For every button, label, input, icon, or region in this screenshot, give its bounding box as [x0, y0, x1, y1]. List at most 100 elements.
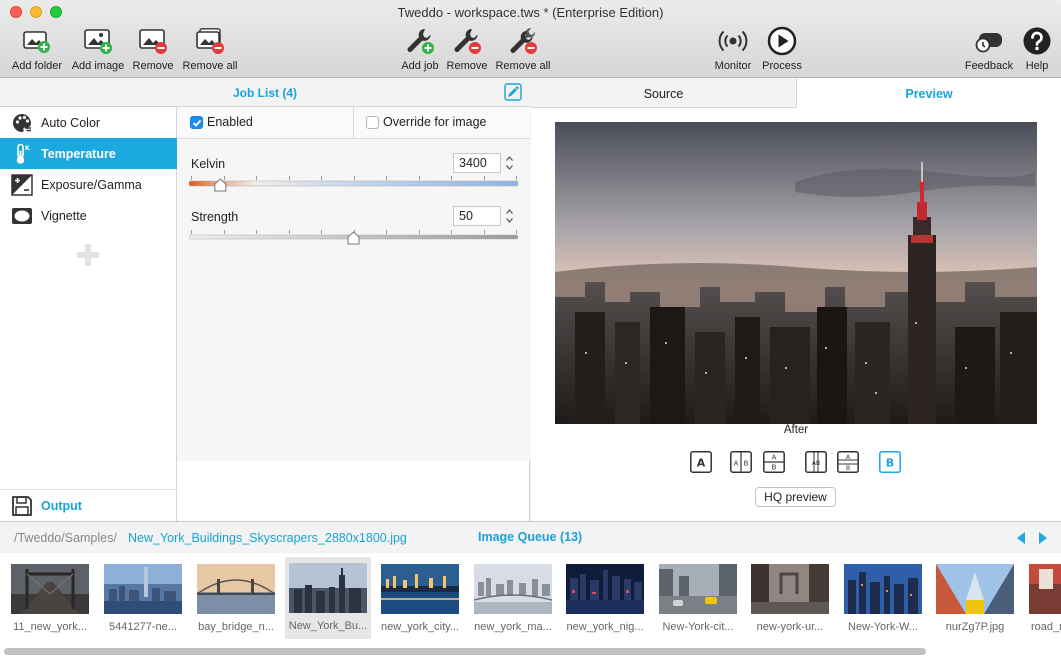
after-label: After	[783, 424, 809, 436]
queue-next-arrow-icon[interactable]	[1038, 532, 1048, 544]
preview-tabs: Source Preview	[531, 79, 1061, 108]
play-icon	[766, 26, 798, 56]
job-settings: Enabled Override for image Kelvin 3400 S…	[177, 107, 530, 461]
queue-item[interactable]: 5441277-ne...	[100, 558, 186, 638]
override-label: Override for image	[383, 115, 487, 129]
palette-icon	[11, 112, 33, 134]
output-button[interactable]: Output	[0, 489, 177, 521]
add-job-button[interactable]: Add job	[398, 26, 442, 72]
wrenches-remove-icon	[507, 26, 539, 56]
save-disk-icon	[11, 495, 33, 517]
queue-item[interactable]: New-York-W...	[840, 558, 926, 638]
split-horizontal-button[interactable]: AB	[763, 451, 785, 473]
remove-image-button[interactable]: Remove	[131, 26, 175, 72]
kelvin-slider[interactable]	[189, 176, 519, 194]
image-queue-bar: /Tweddo/Samples/ New_York_Buildings_Skys…	[0, 521, 1061, 553]
hq-preview-button[interactable]: HQ preview	[755, 487, 836, 507]
add-image-button[interactable]: Add image	[70, 26, 126, 72]
view-a-button[interactable]: A	[690, 451, 712, 473]
job-list-title: Job List (4)	[232, 85, 297, 100]
feedback-button[interactable]: Feedback	[963, 26, 1015, 72]
exposure-icon	[11, 173, 33, 196]
thermometer-icon: K	[11, 143, 33, 165]
enabled-checkbox[interactable]	[190, 116, 203, 129]
view-b-button[interactable]: B	[879, 451, 901, 473]
svg-text:A: A	[697, 457, 706, 470]
kelvin-stepper[interactable]	[504, 153, 515, 173]
queue-item[interactable]: new_york_city...	[377, 558, 463, 638]
queue-scrollbar[interactable]	[4, 648, 926, 655]
remove-all-images-button[interactable]: Remove all	[181, 26, 239, 72]
job-item-temperature[interactable]: K Temperature	[0, 138, 177, 169]
add-image-icon	[82, 26, 114, 56]
job-item-vignette[interactable]: Vignette	[0, 200, 177, 231]
queue-item[interactable]: 11_new_york...	[7, 558, 93, 638]
enabled-label: Enabled	[207, 115, 253, 129]
divider	[353, 107, 354, 139]
strength-input[interactable]: 50	[453, 206, 501, 226]
tab-source[interactable]: Source	[531, 79, 797, 108]
svg-text:K: K	[25, 145, 30, 152]
remove-image-icon	[137, 26, 169, 56]
queue-item-selected[interactable]: New_York_Bu...	[285, 557, 371, 639]
job-list-header: Job List (4)	[0, 79, 530, 107]
remove-all-jobs-button[interactable]: Remove all	[494, 26, 552, 72]
strength-slider[interactable]	[189, 229, 519, 247]
process-button[interactable]: Process	[760, 26, 804, 72]
remove-all-images-icon	[194, 26, 226, 56]
job-item-auto-color[interactable]: Auto Color	[0, 107, 177, 138]
wrench-remove-icon	[451, 26, 483, 56]
strength-stepper[interactable]	[504, 206, 515, 226]
queue-item[interactable]: new-york-ur...	[747, 558, 833, 638]
queue-item[interactable]: nurZg7P.jpg	[932, 558, 1018, 638]
add-job-plus-icon[interactable]	[76, 243, 100, 267]
svg-text:B: B	[886, 457, 894, 470]
image-queue-title: Image Queue (13)	[478, 530, 583, 544]
queue-item[interactable]: road_n	[1025, 558, 1061, 638]
split-swipe-horizontal-button[interactable]: AB	[837, 451, 859, 473]
job-item-exposure-gamma[interactable]: Exposure/Gamma	[0, 169, 177, 200]
job-item-label: Exposure/Gamma	[41, 177, 142, 192]
job-panel: Job List (4) Auto Color K Temperature Ex…	[0, 79, 530, 521]
thumbnail-image	[11, 564, 89, 614]
job-list: Auto Color K Temperature Exposure/Gamma …	[0, 107, 177, 521]
output-label: Output	[41, 498, 82, 513]
app-window: Tweddo - workspace.tws * (Enterprise Edi…	[0, 0, 1061, 659]
thumbnail-image	[289, 563, 367, 613]
monitor-button[interactable]: Monitor	[712, 26, 754, 72]
thumbnail-image	[751, 564, 829, 614]
svg-text:A: A	[734, 460, 739, 468]
override-checkbox[interactable]	[366, 116, 379, 129]
window-title: Tweddo - workspace.tws * (Enterprise Edi…	[397, 5, 664, 20]
split-swipe-vertical-button[interactable]: AB	[805, 451, 827, 473]
remove-job-button[interactable]: Remove	[445, 26, 489, 72]
queue-item[interactable]: bay_bridge_n...	[193, 558, 279, 638]
strength-slider-thumb[interactable]	[347, 231, 360, 245]
queue-item[interactable]: new_york_nig...	[562, 558, 648, 638]
svg-text:B: B	[846, 465, 850, 472]
job-item-label: Temperature	[41, 146, 116, 161]
svg-text:A: A	[772, 454, 777, 462]
add-folder-icon	[21, 26, 53, 56]
feedback-icon	[973, 26, 1005, 56]
svg-text:B: B	[744, 460, 749, 468]
split-vertical-button[interactable]: AB	[730, 451, 752, 473]
edit-job-button[interactable]	[504, 83, 522, 101]
thumbnail-image	[1029, 564, 1061, 614]
queue-item[interactable]: new_york_ma...	[470, 558, 556, 638]
thumbnail-image	[659, 564, 737, 614]
add-folder-button[interactable]: Add folder	[10, 26, 64, 72]
kelvin-ticks	[191, 176, 517, 180]
help-button[interactable]: Help	[1020, 26, 1054, 72]
tab-preview[interactable]: Preview	[797, 79, 1061, 108]
kelvin-label: Kelvin	[191, 157, 226, 171]
preview-area: After A AB AB AB AB B HQ preview	[531, 108, 1061, 521]
kelvin-input[interactable]: 3400	[453, 153, 501, 173]
strength-label: Strength	[191, 210, 239, 224]
job-item-label: Auto Color	[41, 115, 101, 130]
queue-prev-arrow-icon[interactable]	[1016, 532, 1026, 544]
path-base: /Tweddo/Samples/	[14, 531, 117, 545]
toolbar: Tweddo - workspace.tws * (Enterprise Edi…	[0, 0, 1061, 78]
queue-item[interactable]: New-York-cit...	[655, 558, 741, 638]
thumbnail-image	[936, 564, 1014, 614]
